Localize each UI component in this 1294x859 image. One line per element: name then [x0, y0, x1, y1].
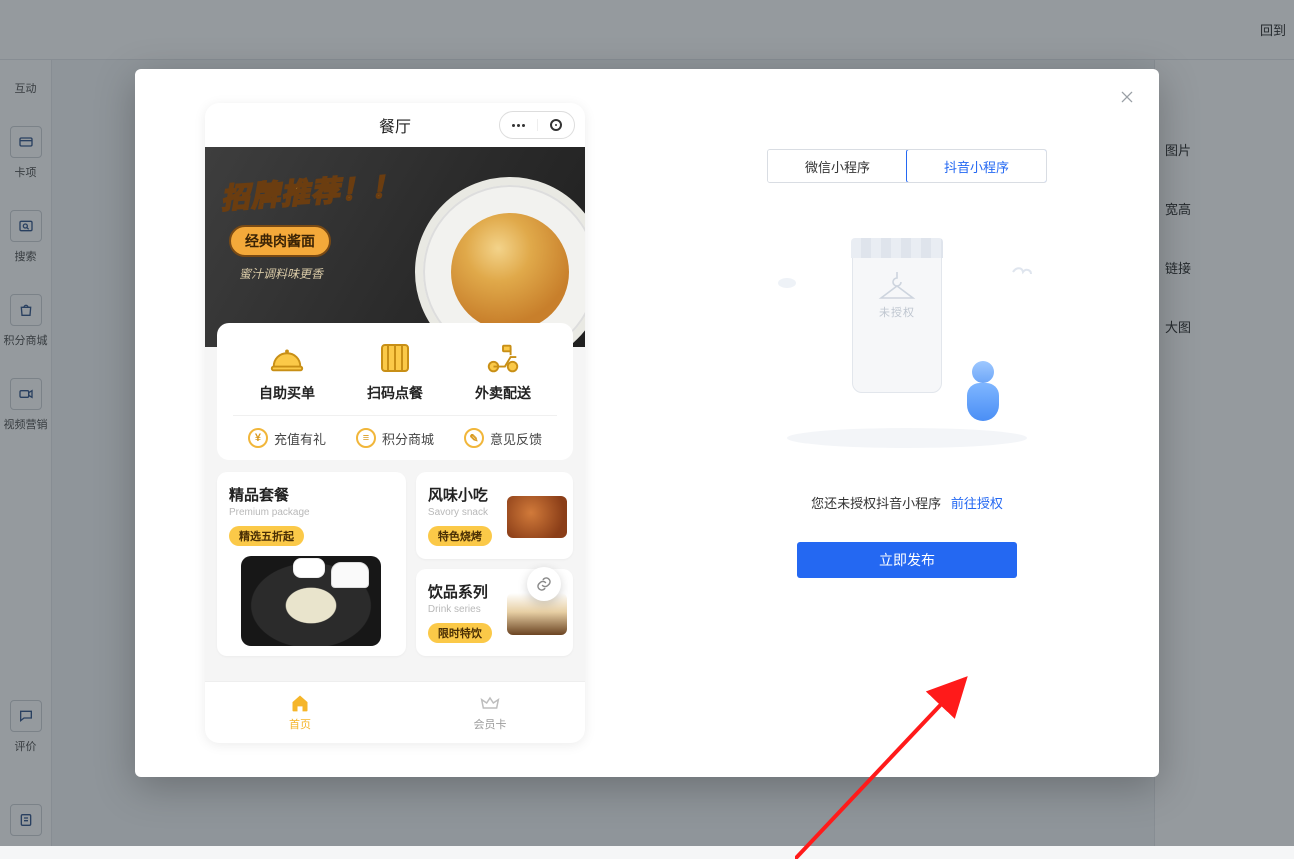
card-savory-snack[interactable]: 风味小吃 Savory snack 特色烧烤: [416, 472, 573, 559]
phone-capsule[interactable]: [499, 111, 575, 139]
tab-label: 会员卡: [474, 716, 507, 732]
tab-member[interactable]: 会员卡: [395, 682, 585, 743]
card-subtitle: Premium package: [229, 507, 394, 518]
card-chip: 限时特饮: [428, 623, 492, 643]
quick-actions-card: 自助买单 扫码点餐 外卖配送: [217, 323, 573, 460]
tab-douyin[interactable]: 抖音小程序: [906, 149, 1047, 183]
tab-home[interactable]: 首页: [205, 682, 395, 743]
card-title: 精品套餐: [229, 484, 394, 505]
banner[interactable]: 招牌推荐！！ 经典肉酱面 蜜汁调料味更香: [205, 147, 585, 347]
home-icon: [290, 693, 310, 713]
phone-ghost-icon: 未授权: [852, 243, 942, 393]
link-feedback[interactable]: ✎ 意见反馈: [464, 428, 542, 448]
tab-wechat[interactable]: 微信小程序: [768, 150, 907, 182]
tab-label: 首页: [289, 716, 311, 732]
crown-icon: [480, 693, 500, 713]
banner-subtitle: 蜜汁调料味更香: [239, 265, 323, 282]
close-button[interactable]: [1117, 87, 1137, 107]
qrcode-icon: [376, 341, 414, 375]
link-points-mall[interactable]: ≡ 积分商城: [356, 428, 434, 448]
phone-header: 餐厅: [205, 103, 585, 147]
publish-modal: 餐厅 招牌推荐！！ 经典肉酱面 蜜汁调料味更香: [135, 69, 1159, 777]
cloud-icon: [777, 277, 797, 289]
unauthorized-illustration: 未授权: [777, 243, 1037, 443]
card-premium-package[interactable]: 精品套餐 Premium package 精选五折起: [217, 472, 406, 656]
quick-scan-order[interactable]: 扫码点餐: [367, 341, 423, 403]
modal-overlay: 餐厅 招牌推荐！！ 经典肉酱面 蜜汁调料味更香: [0, 0, 1294, 846]
banner-headline: 招牌推荐！！: [220, 165, 402, 217]
target-icon: [537, 119, 575, 131]
ground-shadow: [777, 423, 1037, 453]
banner-badge: 经典肉酱面: [229, 225, 331, 257]
floating-link-button[interactable]: [527, 567, 561, 601]
unauthorized-tag: 未授权: [879, 304, 915, 320]
cloche-icon: [268, 341, 306, 375]
dish-image: [415, 177, 585, 347]
note-icon: ✎: [464, 428, 484, 448]
food-image: [507, 496, 567, 538]
link-icon: [535, 575, 553, 593]
quick-delivery[interactable]: 外卖配送: [475, 341, 531, 403]
bird-icon: [1011, 265, 1033, 279]
platform-tabs: 微信小程序 抖音小程序: [767, 149, 1047, 183]
phone-title: 餐厅: [379, 113, 411, 137]
auth-message: 您还未授权抖音小程序 前往授权: [811, 493, 1003, 512]
phone-tabbar: 首页 会员卡: [205, 681, 585, 743]
yen-icon: ¥: [248, 428, 268, 448]
phone-preview: 餐厅 招牌推荐！！ 经典肉酱面 蜜汁调料味更香: [205, 103, 585, 743]
quick-label: 自助买单: [259, 383, 315, 403]
link-label: 意见反馈: [490, 429, 542, 448]
auth-link[interactable]: 前往授权: [951, 496, 1003, 511]
card-chip: 特色烧烤: [428, 526, 492, 546]
quick-label: 扫码点餐: [367, 383, 423, 403]
coins-icon: ≡: [356, 428, 376, 448]
more-icon: [500, 124, 537, 127]
card-chip: 精选五折起: [229, 526, 304, 546]
link-label: 充值有礼: [274, 429, 326, 448]
quick-self-checkout[interactable]: 自助买单: [259, 341, 315, 403]
phone-body: 招牌推荐！！ 经典肉酱面 蜜汁调料味更香 自助买单 扫码点餐: [205, 147, 585, 681]
auth-text: 您还未授权抖音小程序: [811, 496, 941, 511]
scooter-icon: [484, 341, 522, 375]
hanger-icon: [877, 272, 917, 302]
publish-pane: 微信小程序 抖音小程序 未授权 您还未授权抖音小程序 前往授权 立即发布: [655, 69, 1159, 777]
link-label: 积分商城: [382, 429, 434, 448]
close-icon: [1119, 89, 1135, 105]
link-recharge[interactable]: ¥ 充值有礼: [248, 428, 326, 448]
quick-label: 外卖配送: [475, 383, 531, 403]
food-image: [241, 556, 381, 646]
preview-pane: 餐厅 招牌推荐！！ 经典肉酱面 蜜汁调料味更香: [135, 69, 655, 777]
person-icon: [963, 361, 1009, 421]
publish-button[interactable]: 立即发布: [797, 542, 1017, 578]
